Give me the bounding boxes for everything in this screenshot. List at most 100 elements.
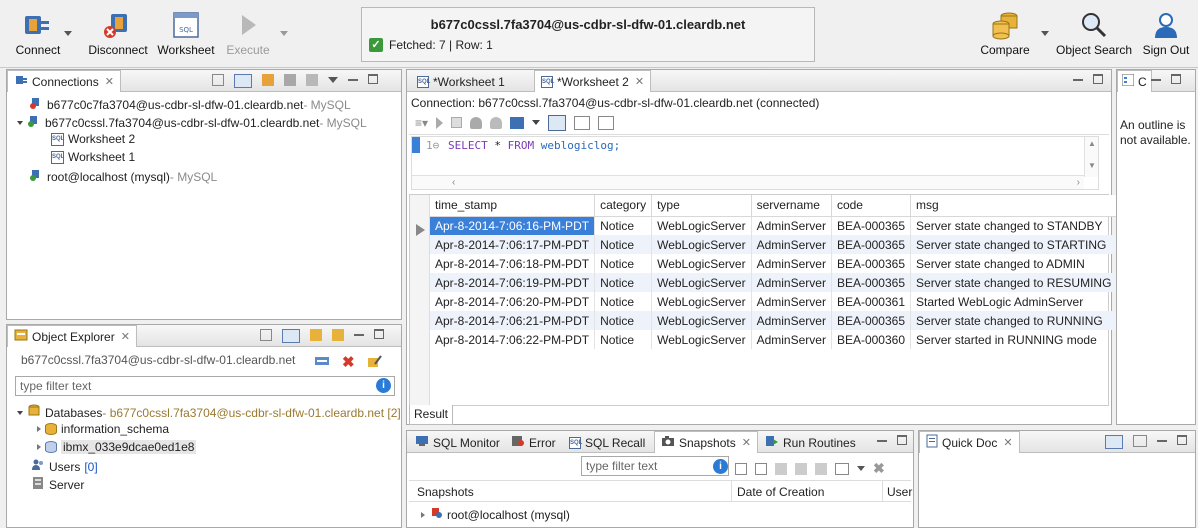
scroll-left-icon[interactable]: ‹ (452, 177, 455, 188)
column-header[interactable]: Snapshots (417, 485, 474, 499)
tab-quick-doc[interactable]: Quick Doc ✕ (919, 431, 1020, 453)
snapshots-filter-input[interactable]: type filter text (581, 456, 729, 476)
connect-small-icon[interactable] (284, 74, 296, 86)
close-icon[interactable]: ✕ (105, 75, 114, 88)
compare-dropdown-arrow[interactable] (1041, 31, 1049, 36)
edit-icon[interactable] (367, 354, 383, 371)
minimize-icon[interactable] (877, 435, 887, 442)
new-connection-icon[interactable] (262, 74, 274, 86)
cell-type[interactable]: WebLogicServer (651, 235, 752, 254)
column-header[interactable]: time_stamp (430, 195, 596, 217)
close-icon[interactable]: ✕ (1003, 436, 1012, 449)
connection-item[interactable]: b677c0cssl.7fa3704@us-cdbr-sl-dfw-01.cle… (17, 114, 367, 131)
tree-users[interactable]: Users [0] (31, 458, 98, 475)
snapshot-row[interactable]: root@localhost (mysql) (421, 506, 570, 523)
column-header[interactable]: code (831, 195, 912, 217)
link-editor-icon[interactable] (234, 74, 252, 88)
cell-category[interactable]: Notice (594, 216, 653, 235)
execute-button[interactable]: Execute (225, 8, 271, 64)
tab-snapshots[interactable]: Snapshots ✕ (654, 431, 758, 453)
close-icon[interactable]: ✕ (121, 330, 130, 343)
cell-servername[interactable]: AdminServer (751, 235, 832, 254)
tree-server[interactable]: Server (31, 476, 84, 493)
cell-code[interactable]: BEA-000365 (831, 254, 912, 273)
take-snapshot-icon[interactable] (815, 462, 827, 475)
delete-icon[interactable]: ✖ (342, 353, 355, 371)
table-row[interactable]: Apr-8-2014-7:06:22-PM-PDT Notice WebLogi… (430, 330, 1118, 349)
cell-time-stamp[interactable]: Apr-8-2014-7:06:18-PM-PDT (430, 254, 596, 273)
sign-out-button[interactable]: Sign Out (1139, 8, 1193, 64)
dropdown-arrow-icon[interactable] (532, 120, 541, 125)
cell-msg[interactable]: Server state changed to STANDBY (910, 216, 1118, 235)
layout-vertical-icon[interactable] (548, 114, 567, 131)
scroll-right-icon[interactable]: › (1077, 177, 1080, 188)
tab-sql-monitor[interactable]: SQL Monitor (409, 432, 506, 453)
cell-msg[interactable]: Started WebLogic AdminServer (910, 292, 1118, 311)
refresh-icon[interactable] (314, 354, 330, 371)
expand-arrow-icon[interactable] (17, 410, 23, 415)
cell-type[interactable]: WebLogicServer (651, 216, 752, 235)
cell-servername[interactable]: AdminServer (751, 216, 832, 235)
worksheet-item[interactable]: SQL Worksheet 2 (51, 132, 135, 146)
delete-snapshot-icon[interactable]: ✖ (873, 460, 885, 477)
disconnect-small-icon[interactable] (306, 74, 318, 86)
view-menu-icon[interactable] (328, 77, 338, 83)
connection-item[interactable]: root@localhost (mysql) - MySQL (29, 168, 217, 185)
tab-sql-recall[interactable]: SQL SQL Recall (563, 432, 651, 453)
database-filter-icon[interactable] (310, 329, 322, 341)
horizontal-scrollbar[interactable]: ‹ › (412, 175, 1084, 189)
cell-type[interactable]: WebLogicServer (651, 254, 752, 273)
tab-object-explorer[interactable]: Object Explorer ✕ (7, 325, 137, 347)
maximize-icon[interactable] (368, 74, 378, 84)
collapse-arrow-icon[interactable] (37, 426, 41, 432)
tree-schema[interactable]: ibmx_033e9dcae0ed1e8 (37, 440, 197, 454)
maximize-icon[interactable] (374, 329, 384, 339)
tab-worksheet-2[interactable]: SQL *Worksheet 2 ✕ (534, 70, 652, 92)
tab-run-routines[interactable]: Run Routines (759, 432, 862, 453)
tree-schema[interactable]: information_schema (37, 422, 169, 436)
expand-all-icon[interactable] (735, 462, 747, 475)
disconnect-button[interactable]: Disconnect (86, 8, 150, 64)
tab-worksheet-1[interactable]: SQL *Worksheet 1 (411, 71, 511, 92)
restore-snapshot-icon[interactable] (795, 462, 807, 475)
vertical-scrollbar[interactable]: ▲ ▼ (1084, 137, 1098, 177)
cell-time-stamp[interactable]: Apr-8-2014-7:06:19-PM-PDT (430, 273, 596, 292)
table-row[interactable]: Apr-8-2014-7:06:16-PM-PDT Notice WebLogi… (430, 216, 1118, 235)
cell-type[interactable]: WebLogicServer (651, 311, 752, 330)
tab-outline[interactable]: C (1117, 70, 1152, 92)
rollback-icon[interactable] (490, 116, 503, 129)
minimize-icon[interactable] (1157, 435, 1167, 442)
table-row[interactable]: Apr-8-2014-7:06:18-PM-PDT Notice WebLogi… (430, 254, 1118, 273)
cell-category[interactable]: Notice (594, 311, 653, 330)
connection-select-icon[interactable] (510, 116, 525, 129)
dropdown-arrow-icon[interactable] (857, 466, 865, 471)
table-row[interactable]: Apr-8-2014-7:06:21-PM-PDT Notice WebLogi… (430, 311, 1118, 330)
compare-snapshot-icon[interactable] (775, 462, 787, 475)
maximize-icon[interactable] (1177, 435, 1187, 445)
layout-horizontal-icon[interactable] (574, 115, 591, 130)
cell-time-stamp[interactable]: Apr-8-2014-7:06:17-PM-PDT (430, 235, 596, 254)
worksheet-item[interactable]: SQL Worksheet 1 (51, 150, 135, 164)
cell-type[interactable]: WebLogicServer (651, 292, 752, 311)
sql-text-editor[interactable]: 1⊖ SELECT * FROM weblogiclog; ‹ › ▲ ▼ (411, 136, 1099, 190)
cell-servername[interactable]: AdminServer (751, 254, 832, 273)
cell-servername[interactable]: AdminServer (751, 330, 832, 349)
collapse-arrow-icon[interactable] (421, 511, 425, 518)
commit-icon[interactable] (470, 116, 483, 129)
cell-msg[interactable]: Server state changed to RUNNING (910, 311, 1118, 330)
cell-time-stamp[interactable]: Apr-8-2014-7:06:16-PM-PDT (430, 216, 596, 235)
cell-type[interactable]: WebLogicServer (651, 273, 752, 292)
snapshot-menu-icon[interactable] (835, 462, 849, 475)
cell-servername[interactable]: AdminServer (751, 273, 832, 292)
cell-code[interactable]: BEA-000360 (831, 330, 912, 349)
cell-code[interactable]: BEA-000365 (831, 311, 912, 330)
cell-category[interactable]: Notice (594, 330, 653, 349)
cell-msg[interactable]: Server state changed to STARTING (910, 235, 1118, 254)
cell-category[interactable]: Notice (594, 292, 653, 311)
cell-code[interactable]: BEA-000365 (831, 235, 912, 254)
table-row[interactable]: Apr-8-2014-7:06:20-PM-PDT Notice WebLogi… (430, 292, 1118, 311)
minimize-icon[interactable] (1151, 74, 1161, 81)
column-header[interactable]: category (594, 195, 653, 217)
column-header[interactable]: servername (751, 195, 832, 217)
minimize-icon[interactable] (1073, 74, 1083, 81)
